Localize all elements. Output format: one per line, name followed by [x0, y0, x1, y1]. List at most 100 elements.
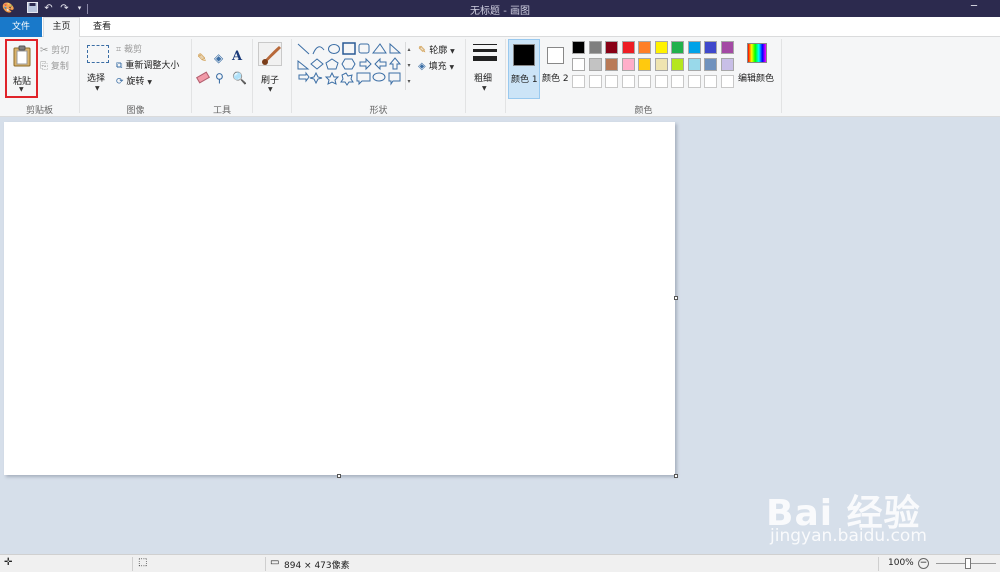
edit-colors-button[interactable]: 编辑颜色	[738, 41, 776, 97]
palette-swatch[interactable]	[605, 58, 618, 71]
selection-rect-icon	[87, 45, 109, 63]
palette-swatch[interactable]	[654, 58, 668, 71]
palette-swatch[interactable]	[671, 41, 684, 54]
color2-swatch	[547, 47, 564, 64]
resize-icon: ⧉	[116, 61, 123, 71]
palette-swatch[interactable]	[720, 41, 734, 54]
selection-size-icon: ⬚	[138, 557, 148, 568]
tab-file[interactable]: 文件	[0, 17, 42, 37]
palette-swatch[interactable]	[572, 41, 585, 54]
fill-button[interactable]: ◈ 填充 ▼	[418, 59, 454, 72]
shapes-scroll-icon[interactable]: ▴ ▾ ▾	[405, 42, 412, 90]
color2-button[interactable]: 颜色 2	[541, 39, 571, 99]
ribbon-divider	[465, 39, 466, 113]
palette-swatch[interactable]	[687, 41, 701, 54]
ribbon-tab-row: 文件 主页 查看	[0, 17, 1000, 38]
edit-colors-label: 编辑颜色	[738, 74, 775, 84]
brushes-label: 刷子	[261, 76, 280, 86]
cursor-position-icon: ✛	[4, 557, 13, 568]
palette-swatch[interactable]	[638, 58, 651, 71]
title-bar: 🎨 ↶ ↷ ▾ 无标题 - 画图 ─	[0, 0, 1000, 17]
palette-swatch[interactable]	[671, 58, 684, 71]
crop-button[interactable]: ⌗ 裁剪	[116, 42, 142, 55]
select-label: 选择	[87, 74, 106, 84]
resize-button[interactable]: ⧉ 重新调整大小	[116, 58, 179, 71]
copy-label: 复制	[50, 62, 69, 72]
brushes-dropdown-icon: ▼	[268, 86, 273, 93]
palette-swatch[interactable]	[720, 58, 734, 71]
palette-swatch[interactable]	[605, 41, 618, 54]
custom-color-slot[interactable]	[720, 75, 734, 88]
paste-dropdown-icon[interactable]: ▼	[19, 86, 24, 93]
resize-handle-bottom[interactable]	[337, 474, 341, 478]
tab-view[interactable]: 查看	[84, 17, 120, 37]
palette-swatch[interactable]	[638, 41, 651, 54]
color1-swatch	[513, 44, 535, 66]
palette-swatch[interactable]	[704, 41, 717, 54]
palette-swatch[interactable]	[572, 58, 585, 71]
group-label-shapes: 形状	[369, 106, 388, 116]
zoom-out-button[interactable]: −	[918, 558, 929, 569]
color1-label: 颜色 1	[511, 75, 538, 85]
pencil-icon[interactable]: ✎	[197, 51, 207, 65]
outline-icon: ✎	[418, 45, 427, 56]
magnifier-icon[interactable]: 🔍	[232, 71, 247, 85]
scissors-icon: ✂	[40, 45, 49, 56]
palette-swatch[interactable]	[588, 41, 602, 54]
image-size-icon: ▭	[270, 557, 280, 568]
custom-color-slot[interactable]	[704, 75, 717, 88]
custom-color-slot[interactable]	[671, 75, 684, 88]
minimize-button[interactable]: ─	[966, 0, 982, 17]
cut-label: 剪切	[51, 46, 70, 56]
select-button[interactable]: 选择 ▼	[85, 41, 111, 97]
palette-swatch[interactable]	[621, 58, 635, 71]
image-dimensions: 894 × 473像素	[284, 561, 350, 571]
palette-swatch[interactable]	[704, 58, 717, 71]
custom-color-slot[interactable]	[654, 75, 668, 88]
custom-color-slot[interactable]	[621, 75, 635, 88]
resize-handle-right[interactable]	[674, 296, 678, 300]
fill-bucket-icon[interactable]: ◈	[214, 51, 223, 65]
color1-button[interactable]: 颜色 1	[508, 39, 540, 99]
outline-button[interactable]: ✎ 轮廓 ▼	[418, 43, 455, 56]
resize-handle-corner[interactable]	[674, 474, 678, 478]
group-label-clipboard: 剪贴板	[25, 106, 53, 116]
size-line-thin	[473, 44, 497, 45]
group-label-colors: 颜色	[634, 106, 653, 116]
size-label: 粗细	[474, 74, 493, 84]
zoom-slider-thumb[interactable]	[965, 558, 971, 569]
zoom-level: 100%	[888, 558, 914, 568]
fill-icon: ◈	[418, 61, 426, 72]
ribbon-divider	[291, 39, 292, 113]
color-picker-icon[interactable]: ⚲	[215, 71, 224, 85]
crop-icon: ⌗	[116, 45, 122, 55]
custom-color-slot[interactable]	[588, 75, 602, 88]
color-spectrum-icon	[747, 43, 767, 63]
eraser-icon[interactable]	[196, 71, 210, 84]
paste-button[interactable]: 粘贴 ▼	[5, 39, 38, 98]
palette-swatch[interactable]	[588, 58, 602, 71]
custom-color-slot[interactable]	[638, 75, 651, 88]
custom-color-slot[interactable]	[572, 75, 585, 88]
palette-swatch[interactable]	[621, 41, 635, 54]
rotate-dropdown-icon: ▼	[147, 79, 152, 86]
window-title: 无标题 - 画图	[470, 6, 530, 17]
copy-icon: ⎘	[40, 61, 48, 72]
copy-button[interactable]: ⎘ 复制	[40, 59, 69, 72]
palette-swatch[interactable]	[687, 58, 701, 71]
text-tool-icon[interactable]: A	[232, 49, 242, 64]
brushes-button[interactable]: 刷子 ▼	[256, 41, 286, 97]
rotate-button[interactable]: ⟳ 旋转 ▼	[116, 74, 152, 87]
drawing-canvas[interactable]	[4, 122, 675, 475]
size-button[interactable]: 粗细 ▼	[470, 41, 500, 97]
custom-color-slot[interactable]	[605, 75, 618, 88]
custom-color-slot[interactable]	[687, 75, 701, 88]
resize-label: 重新调整大小	[125, 61, 180, 71]
shapes-gallery[interactable]	[296, 42, 404, 90]
rotate-label: 旋转	[126, 77, 145, 87]
palette-swatch[interactable]	[654, 41, 668, 54]
color-palette	[572, 41, 738, 91]
tab-home[interactable]: 主页	[43, 17, 80, 38]
watermark-url: jingyan.baidu.com	[770, 526, 927, 546]
cut-button[interactable]: ✂ 剪切	[40, 43, 69, 56]
